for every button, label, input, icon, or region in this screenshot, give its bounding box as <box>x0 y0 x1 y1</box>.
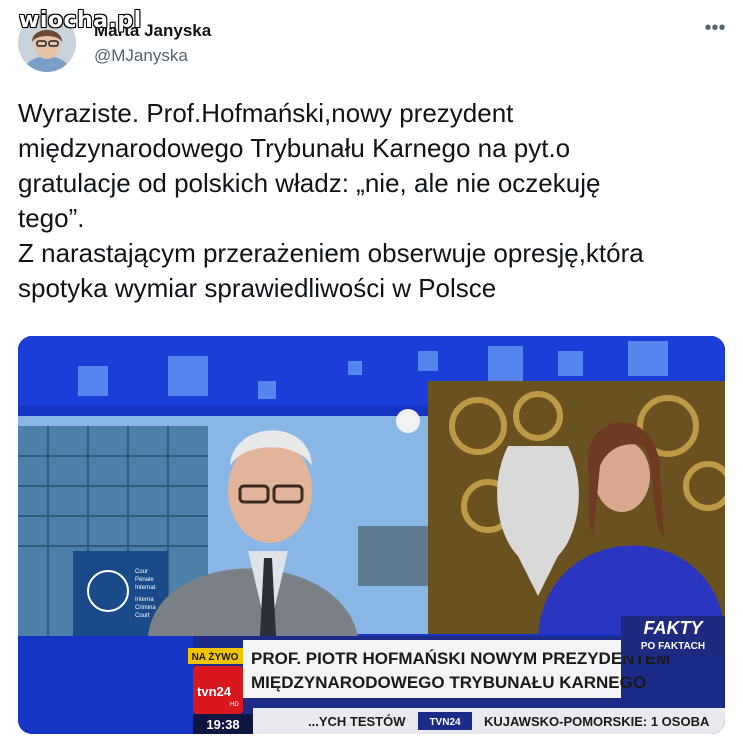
sign-line: Pénale <box>135 577 154 583</box>
ticker-channel: TVN24 <box>429 717 461 728</box>
ticker-right: KUJAWSKO-POMORSKIE: 1 OSOBA <box>484 714 710 729</box>
sign-line: Internat <box>135 585 156 591</box>
sign-line: Interna <box>135 597 154 603</box>
more-options-button[interactable]: ••• <box>702 16 728 40</box>
headline-line-2: MIĘDZYNARODOWEGO TRYBUNAŁU KARNEGO <box>251 673 646 692</box>
clock: 19:38 <box>206 717 239 732</box>
headline-line-1: PROF. PIOTR HOFMAŃSKI NOWYM PREZYDENTEM <box>251 649 670 668</box>
program-subtitle: PO FAKTACH <box>641 641 705 652</box>
watermark: wiocha.pl <box>19 8 142 33</box>
program-title: FAKTY <box>643 618 704 638</box>
ticker-left: ...YCH TESTÓW <box>308 714 406 729</box>
tweet-media-image[interactable]: Cour Pénale Internat Interna Crimina Cou… <box>18 336 725 734</box>
sign-line: Court <box>135 613 150 619</box>
tweet-text: Wyraziste. Prof.Hofmański,nowy prezydent… <box>18 98 644 303</box>
more-horizontal-icon: ••• <box>704 16 726 39</box>
user-handle[interactable]: @MJanyska <box>94 46 188 66</box>
channel-logo-sub: HD <box>230 702 239 708</box>
sign-line: Cour <box>135 569 148 575</box>
channel-logo: tvn24 <box>197 684 232 699</box>
sign-line: Crimina <box>135 605 156 611</box>
live-badge: NA ŻYWO <box>192 650 239 663</box>
